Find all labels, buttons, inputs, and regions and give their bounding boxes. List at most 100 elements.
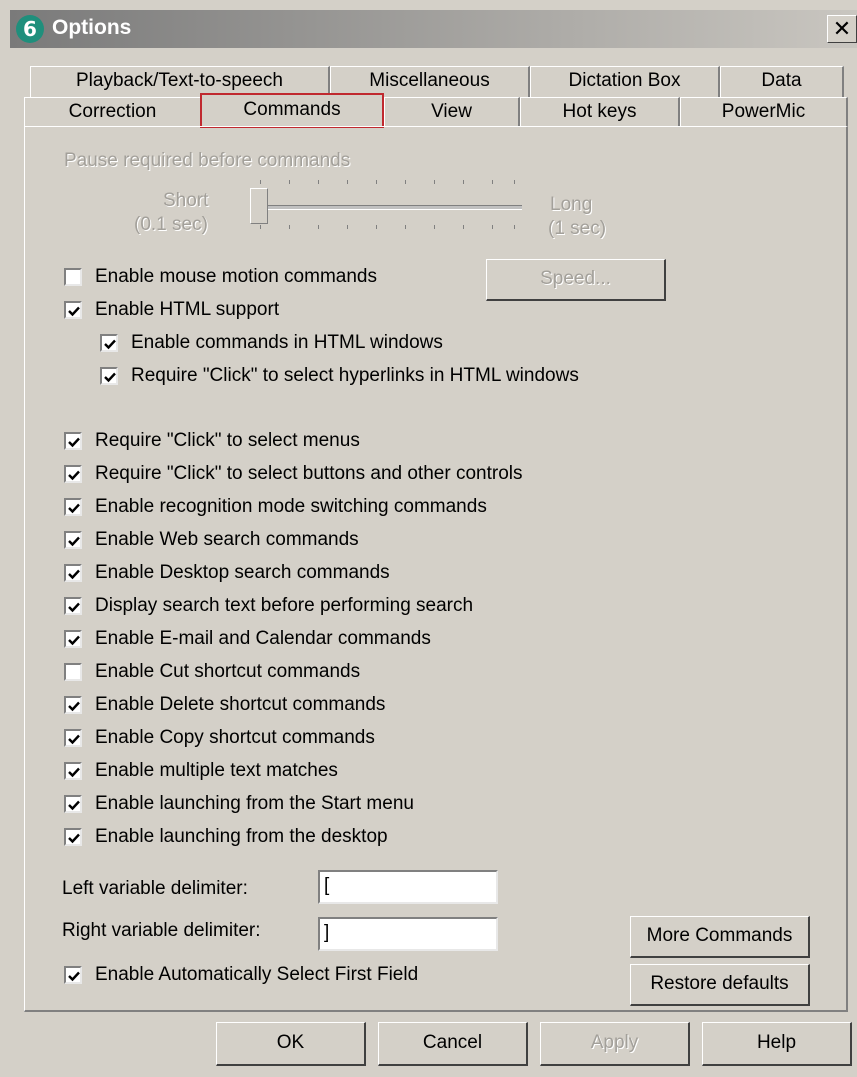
slider-tick (405, 180, 406, 184)
slider-tick (347, 180, 348, 184)
checkbox[interactable] (64, 828, 82, 846)
checkmark-icon (68, 635, 80, 646)
window-title: Options (52, 16, 132, 39)
slider-tick (376, 180, 377, 184)
checkbox[interactable] (100, 367, 118, 385)
slider-tick (260, 225, 261, 229)
cancel-button[interactable]: Cancel (378, 1022, 528, 1066)
slider-tick (376, 225, 377, 229)
checkmark-icon (104, 372, 116, 383)
checkbox[interactable] (64, 301, 82, 319)
slider-long-value: (1 sec) (548, 218, 607, 239)
checkbox[interactable] (64, 966, 82, 984)
checkbox[interactable] (100, 334, 118, 352)
checkbox[interactable] (64, 762, 82, 780)
tab-correction[interactable]: Correction (24, 97, 202, 127)
checkbox[interactable] (64, 795, 82, 813)
checkmark-icon (68, 800, 80, 811)
right-delimiter-input[interactable]: ] (318, 917, 498, 951)
checkmark-icon (68, 734, 80, 745)
checkbox[interactable] (64, 498, 82, 516)
checkbox[interactable] (64, 531, 82, 549)
checkbox[interactable] (64, 268, 82, 286)
right-delimiter-label: Right variable delimiter: (62, 920, 261, 941)
slider-tick (514, 180, 515, 184)
options-dialog: 6 Options ✕ Playback/Text-to-speech Misc… (0, 0, 857, 1077)
option-label[interactable]: Enable Delete shortcut commands (95, 694, 385, 716)
checkbox[interactable] (64, 729, 82, 747)
option-label[interactable]: Enable Automatically Select First Field (95, 964, 418, 986)
option-label[interactable]: Require "Click" to select hyperlinks in … (131, 365, 579, 387)
slider-tick (405, 225, 406, 229)
checkmark-icon (68, 971, 80, 982)
checkmark-icon (68, 833, 80, 844)
checkmark-icon (68, 767, 80, 778)
option-label[interactable]: Enable Cut shortcut commands (95, 661, 360, 683)
slider-tick (289, 225, 290, 229)
checkbox[interactable] (64, 597, 82, 615)
close-icon[interactable]: ✕ (827, 15, 857, 43)
option-label[interactable]: Enable Copy shortcut commands (95, 727, 375, 749)
option-label[interactable]: Enable launching from the desktop (95, 826, 388, 848)
option-label[interactable]: Enable recognition mode switching comman… (95, 496, 487, 518)
title-bar[interactable]: 6 Options ✕ (10, 10, 857, 48)
checkmark-icon (68, 569, 80, 580)
checkmark-icon (68, 306, 80, 317)
option-label[interactable]: Enable launching from the Start menu (95, 793, 414, 815)
slider-tick (434, 180, 435, 184)
checkmark-icon (68, 536, 80, 547)
checkmark-icon (104, 339, 116, 350)
tab-dictation-box[interactable]: Dictation Box (530, 66, 720, 98)
option-label[interactable]: Enable E-mail and Calendar commands (95, 628, 431, 650)
slider-tick (514, 225, 515, 229)
option-label[interactable]: Require "Click" to select menus (95, 430, 360, 452)
slider-tick (260, 180, 261, 184)
slider-tick (347, 225, 348, 229)
option-label[interactable]: Require "Click" to select buttons and ot… (95, 463, 522, 485)
checkbox[interactable] (64, 696, 82, 714)
slider-tick (318, 225, 319, 229)
more-commands-button[interactable]: More Commands (630, 916, 810, 958)
checkbox[interactable] (64, 630, 82, 648)
checkbox[interactable] (64, 663, 82, 681)
option-label[interactable]: Display search text before performing se… (95, 595, 473, 617)
tab-powermic[interactable]: PowerMic (680, 97, 848, 127)
ok-button[interactable]: OK (216, 1022, 366, 1066)
checkmark-icon (68, 437, 80, 448)
slider-tick (492, 225, 493, 229)
checkbox[interactable] (64, 564, 82, 582)
slider-tick (318, 180, 319, 184)
dragon-logo-icon: 6 (16, 15, 44, 43)
option-label[interactable]: Enable Web search commands (95, 529, 359, 551)
apply-button[interactable]: Apply (540, 1022, 690, 1066)
tab-data[interactable]: Data (720, 66, 844, 98)
option-label[interactable]: Enable mouse motion commands (95, 266, 377, 288)
left-delimiter-input[interactable]: [ (318, 870, 498, 904)
checkbox[interactable] (64, 432, 82, 450)
pause-label: Pause required before commands (64, 150, 351, 171)
option-label[interactable]: Enable multiple text matches (95, 760, 338, 782)
slider-tick (463, 180, 464, 184)
checkmark-icon (68, 503, 80, 514)
slider-tick (492, 180, 493, 184)
option-label[interactable]: Enable Desktop search commands (95, 562, 390, 584)
help-button[interactable]: Help (702, 1022, 852, 1066)
speed-button[interactable]: Speed... (486, 259, 666, 301)
option-label[interactable]: Enable HTML support (95, 299, 279, 321)
slider-long-label: Long (550, 194, 593, 215)
slider-tick (289, 180, 290, 184)
left-delimiter-label: Left variable delimiter: (62, 878, 248, 899)
tab-view[interactable]: View (384, 97, 520, 127)
pause-slider-thumb[interactable] (250, 188, 268, 224)
checkmark-icon (68, 470, 80, 481)
slider-short-value: (0.1 sec) (134, 214, 208, 235)
restore-defaults-button[interactable]: Restore defaults (630, 964, 810, 1006)
tab-hot-keys[interactable]: Hot keys (520, 97, 680, 127)
checkbox[interactable] (64, 465, 82, 483)
slider-short-label: Short (163, 190, 209, 211)
slider-tick (434, 225, 435, 229)
checkmark-icon (68, 602, 80, 613)
option-label[interactable]: Enable commands in HTML windows (131, 332, 443, 354)
tab-commands[interactable]: Commands (200, 93, 384, 128)
pause-slider-track[interactable] (260, 205, 522, 210)
